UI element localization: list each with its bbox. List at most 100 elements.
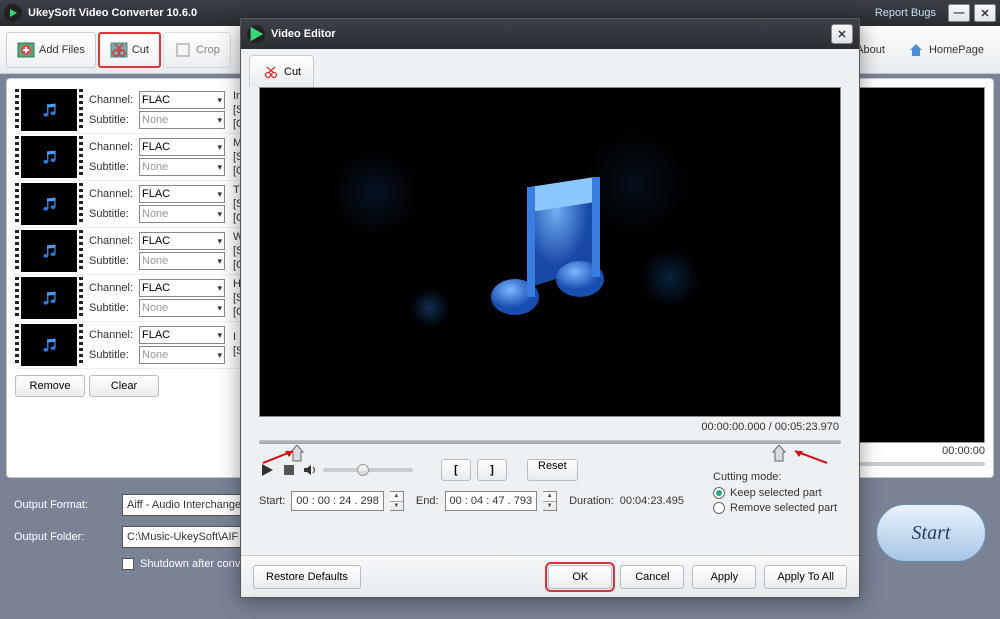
add-files-button[interactable]: Add Files: [6, 32, 96, 68]
file-thumbnail: [21, 89, 77, 131]
film-edge-icon: [15, 324, 19, 366]
cancel-button[interactable]: Cancel: [620, 565, 684, 589]
minimize-button[interactable]: —: [948, 4, 970, 22]
apply-to-all-button[interactable]: Apply To All: [764, 565, 847, 589]
home-icon: [907, 41, 925, 59]
report-bugs-link[interactable]: Report Bugs: [875, 7, 936, 19]
modal-titlebar: Video Editor ✕: [241, 19, 859, 49]
shutdown-checkbox[interactable]: [122, 558, 134, 570]
channel-select[interactable]: FLAC▾: [139, 326, 225, 344]
end-label: End:: [416, 495, 439, 507]
trim-track[interactable]: [259, 437, 841, 447]
film-edge-icon: [79, 136, 83, 178]
output-folder-label: Output Folder:: [14, 531, 114, 543]
channel-select[interactable]: FLAC▾: [139, 279, 225, 297]
crop-label: Crop: [196, 44, 220, 56]
homepage-button[interactable]: HomePage: [897, 32, 994, 68]
film-edge-icon: [15, 277, 19, 319]
trim-end-handle[interactable]: [769, 445, 789, 463]
modal-footer: Restore Defaults OK Cancel Apply Apply T…: [241, 555, 859, 597]
subtitle-label: Subtitle:: [89, 302, 137, 314]
channel-select[interactable]: FLAC▾: [139, 232, 225, 250]
keep-selected-radio[interactable]: [713, 487, 725, 499]
music-note-icon: [475, 167, 625, 337]
remove-button[interactable]: Remove: [15, 375, 85, 397]
subtitle-select[interactable]: None▾: [139, 299, 225, 317]
clear-button[interactable]: Clear: [89, 375, 159, 397]
start-spinner[interactable]: ▲▼: [390, 491, 404, 511]
modal-close-button[interactable]: ✕: [831, 24, 853, 44]
file-thumbnail: [21, 136, 77, 178]
output-format-label: Output Format:: [14, 499, 114, 511]
start-time-field[interactable]: 00 : 00 : 24 . 298: [291, 491, 384, 511]
end-spinner[interactable]: ▲▼: [543, 491, 557, 511]
cut-button[interactable]: Cut: [98, 32, 161, 68]
cutting-mode-group: Cutting mode: Keep selected part Remove …: [713, 471, 837, 517]
subtitle-select[interactable]: None▾: [139, 111, 225, 129]
add-files-label: Add Files: [39, 44, 85, 56]
file-thumbnail: [21, 277, 77, 319]
file-thumbnail: [21, 183, 77, 225]
subtitle-label: Subtitle:: [89, 208, 137, 220]
duration-label: Duration:: [569, 495, 614, 507]
channel-select[interactable]: FLAC▾: [139, 138, 225, 156]
bracket-start-button[interactable]: [: [441, 459, 471, 481]
channel-label: Channel:: [89, 235, 137, 247]
video-editor-modal: Video Editor ✕ Cut 00:00:00.000 / 00:05:…: [240, 18, 860, 598]
channel-label: Channel:: [89, 141, 137, 153]
start-label: Start:: [259, 495, 285, 507]
film-edge-icon: [79, 183, 83, 225]
tab-cut[interactable]: Cut: [249, 55, 314, 87]
end-time-field[interactable]: 00 : 04 : 47 . 793: [445, 491, 538, 511]
volume-icon: [303, 464, 317, 476]
crop-icon: [174, 41, 192, 59]
volume-slider[interactable]: [323, 468, 413, 472]
subtitle-label: Subtitle:: [89, 114, 137, 126]
channel-label: Channel:: [89, 282, 137, 294]
ok-button[interactable]: OK: [548, 565, 612, 589]
modal-logo-icon: [247, 25, 265, 43]
cut-icon: [110, 41, 128, 59]
film-edge-icon: [15, 89, 19, 131]
duration-value: 00:04:23.495: [620, 495, 684, 507]
scissors-icon: [262, 63, 280, 81]
modal-title: Video Editor: [271, 28, 831, 40]
tab-cut-label: Cut: [284, 66, 301, 78]
channel-select[interactable]: FLAC▾: [139, 91, 225, 109]
add-files-icon: [17, 41, 35, 59]
close-button[interactable]: ✕: [974, 4, 996, 22]
bracket-end-button[interactable]: ]: [477, 459, 507, 481]
subtitle-select[interactable]: None▾: [139, 158, 225, 176]
apply-button[interactable]: Apply: [692, 565, 756, 589]
channel-select[interactable]: FLAC▾: [139, 185, 225, 203]
film-edge-icon: [15, 136, 19, 178]
cutting-mode-label: Cutting mode:: [713, 471, 837, 483]
remove-selected-label: Remove selected part: [730, 502, 837, 514]
subtitle-label: Subtitle:: [89, 255, 137, 267]
homepage-label: HomePage: [929, 44, 984, 56]
modal-tabs: Cut: [241, 49, 859, 87]
app-logo-icon: [4, 4, 22, 22]
cut-label: Cut: [132, 44, 149, 56]
start-button[interactable]: Start: [876, 504, 986, 562]
subtitle-label: Subtitle:: [89, 161, 137, 173]
file-thumbnail: [21, 230, 77, 272]
restore-defaults-button[interactable]: Restore Defaults: [253, 565, 361, 589]
about-label: About: [856, 44, 885, 56]
channel-label: Channel:: [89, 329, 137, 341]
shutdown-label: Shutdown after conve: [140, 558, 246, 570]
film-edge-icon: [79, 89, 83, 131]
timeline-position: 00:00:00.000 / 00:05:23.970: [241, 421, 839, 433]
subtitle-select[interactable]: None▾: [139, 205, 225, 223]
channel-label: Channel:: [89, 94, 137, 106]
keep-selected-label: Keep selected part: [730, 487, 822, 499]
subtitle-select[interactable]: None▾: [139, 252, 225, 270]
reset-button[interactable]: Reset: [527, 459, 578, 481]
subtitle-select[interactable]: None▾: [139, 346, 225, 364]
film-edge-icon: [79, 230, 83, 272]
subtitle-label: Subtitle:: [89, 349, 137, 361]
remove-selected-radio[interactable]: [713, 502, 725, 514]
modal-preview: [259, 87, 841, 417]
crop-button[interactable]: Crop: [163, 32, 231, 68]
film-edge-icon: [15, 230, 19, 272]
